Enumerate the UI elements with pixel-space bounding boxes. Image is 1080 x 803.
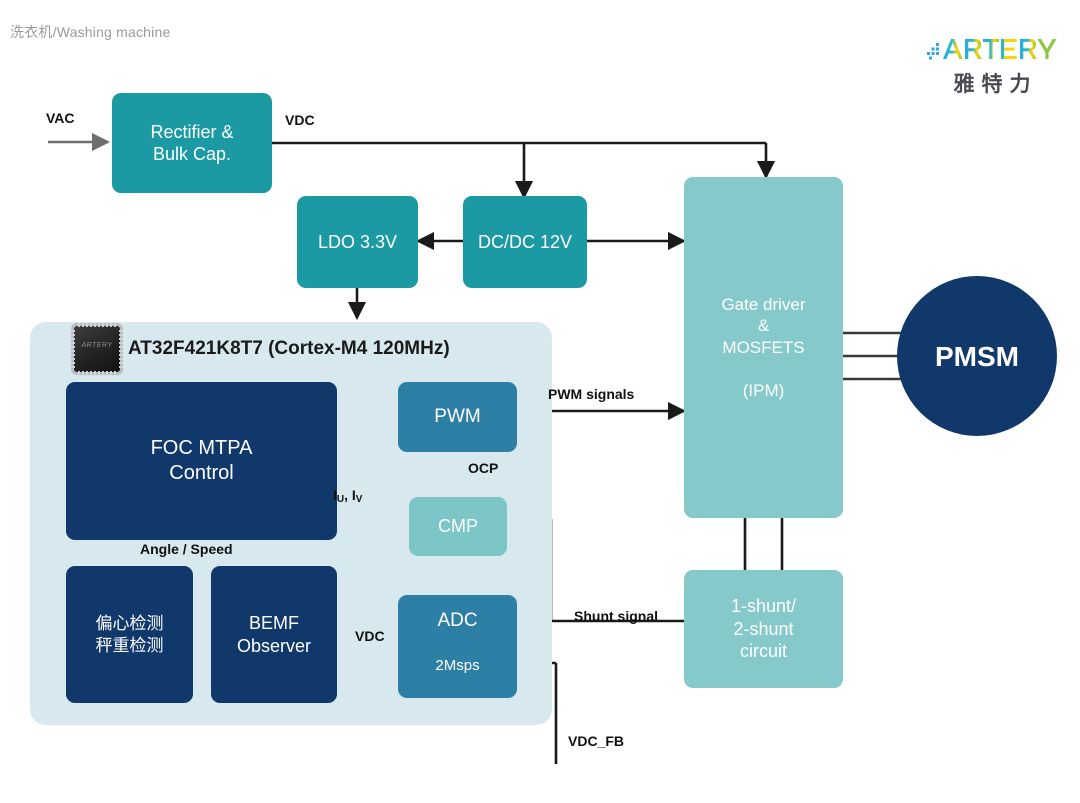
mcu-chip-icon: ARTERY <box>71 323 123 375</box>
block-eccentric-detect[interactable]: 偏心检测 秤重检测 <box>66 566 193 703</box>
block-shunt-line3: circuit <box>739 641 787 662</box>
label-vac: VAC <box>46 110 75 126</box>
label-angle-speed: Angle / Speed <box>140 541 233 557</box>
block-adc-label: ADC <box>437 610 478 631</box>
block-ldo[interactable]: LDO 3.3V <box>297 196 418 288</box>
label-pwm-signals: PWM signals <box>548 386 635 402</box>
label-vdc-inner: VDC <box>355 628 385 644</box>
block-shunt-circuit[interactable]: 1-shunt/ 2-shunt circuit <box>684 570 843 688</box>
block-pwm[interactable]: PWM <box>398 382 517 452</box>
block-foc-line2: Control <box>169 462 234 484</box>
block-ldo-label: LDO 3.3V <box>317 231 398 252</box>
block-rectifier[interactable]: Rectifier & Bulk Cap. <box>112 93 272 193</box>
mcu-title: AT32F421K8T7 (Cortex-M4 120MHz) <box>128 338 450 359</box>
block-bemf-observer[interactable]: BEMF Observer <box>211 566 337 703</box>
block-foc-line1: FOC MTPA <box>150 437 253 459</box>
label-vdc-bus: VDC <box>285 112 315 128</box>
label-shunt-signal: Shunt signal <box>574 608 658 624</box>
block-bemf-line1: BEMF <box>248 613 299 633</box>
block-pmsm-label: PMSM <box>935 340 1019 372</box>
block-dcdc[interactable]: DC/DC 12V <box>463 196 587 288</box>
mcu-chip-mark: ARTERY <box>81 342 113 349</box>
block-pwm-label: PWM <box>434 406 481 428</box>
block-gate-driver-line1: Gate driver <box>721 295 806 314</box>
label-ocp: OCP <box>468 460 499 476</box>
label-vdc-fb: VDC_FB <box>568 733 625 749</box>
block-eccentric-line2: 秤重检测 <box>95 635 164 655</box>
block-pmsm[interactable]: PMSM <box>897 276 1057 436</box>
block-cmp[interactable]: CMP <box>409 497 507 556</box>
block-foc-control[interactable]: FOC MTPA Control <box>66 382 337 540</box>
block-rectifier-line1: Rectifier & <box>150 121 234 142</box>
block-gate-driver-line2: & <box>757 316 770 336</box>
block-dcdc-label: DC/DC 12V <box>477 231 573 252</box>
block-adc-rate: 2Msps <box>435 656 480 674</box>
block-shunt-line1: 1-shunt/ <box>730 596 797 617</box>
block-cmp-label: CMP <box>438 516 478 537</box>
block-gate-driver-line5: (IPM) <box>742 380 785 400</box>
block-gate-driver-line3: MOSFETS <box>722 337 805 357</box>
block-bemf-line2: Observer <box>236 635 312 656</box>
block-eccentric-line1: 偏心检测 <box>95 614 164 634</box>
block-rectifier-line2: Bulk Cap. <box>152 144 232 164</box>
block-shunt-line2: 2-shunt <box>733 618 794 639</box>
diagram-canvas: 洗衣机/Washing machine 雅特力 Rectifier & Bulk… <box>0 0 1080 803</box>
block-adc[interactable]: ADC 2Msps <box>398 595 517 698</box>
label-iu-iv: IU, IV <box>333 487 363 505</box>
block-gate-driver[interactable]: Gate driver & MOSFETS (IPM) <box>684 177 843 518</box>
